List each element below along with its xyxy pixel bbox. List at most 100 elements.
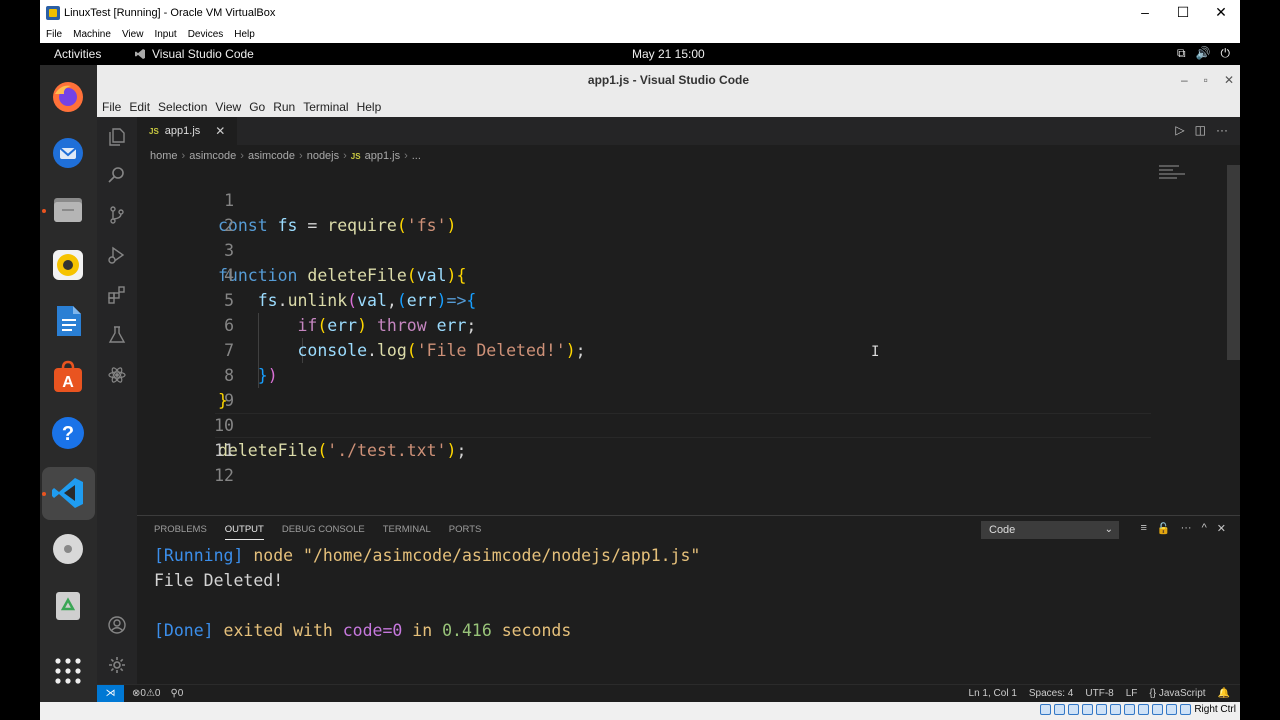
manage-gear-icon[interactable]	[107, 655, 127, 675]
remote-indicator-icon[interactable]: ⋊	[97, 685, 124, 703]
chevron-right-icon: ›	[299, 150, 303, 162]
encoding[interactable]: UTF-8	[1085, 688, 1113, 699]
code-line: 7 })	[137, 313, 1240, 385]
react-extension-icon[interactable]	[107, 365, 127, 385]
system-tray[interactable]: ⧉ 🔊 ⏻	[1177, 46, 1230, 61]
clock[interactable]: May 21 15:00	[632, 47, 705, 61]
tab-close-icon[interactable]: ✕	[215, 124, 225, 138]
files-icon[interactable]	[50, 191, 86, 227]
ports-count[interactable]: ⚲0	[170, 688, 183, 699]
breadcrumb-file[interactable]: app1.js	[365, 150, 400, 162]
extensions-icon[interactable]	[107, 285, 127, 305]
vbox-shared-folders-icon[interactable]	[1110, 704, 1122, 715]
notifications-bell-icon[interactable]: 🔔	[1218, 688, 1230, 699]
svg-text:A: A	[62, 374, 74, 391]
line-ending[interactable]: LF	[1126, 688, 1138, 699]
vbox-mouse-icon[interactable]	[1166, 704, 1178, 715]
activities-button[interactable]: Activities	[54, 47, 118, 61]
breadcrumb-home[interactable]: home	[150, 150, 178, 162]
run-debug-icon[interactable]	[107, 245, 127, 265]
more-actions-icon[interactable]: ···	[1181, 522, 1192, 535]
tab-ports[interactable]: PORTS	[449, 524, 482, 540]
more-actions-icon[interactable]: ···	[1216, 123, 1228, 137]
menu-help[interactable]: Help	[357, 100, 382, 114]
minimap[interactable]	[1159, 165, 1189, 185]
menu-selection[interactable]: Selection	[158, 100, 207, 114]
app-menu-label: Visual Studio Code	[152, 47, 254, 61]
breadcrumb-symbols[interactable]: ...	[412, 150, 421, 162]
vbox-recording-icon[interactable]	[1138, 704, 1150, 715]
cursor-position[interactable]: Ln 1, Col 1	[969, 688, 1017, 699]
thunderbird-icon[interactable]	[50, 135, 86, 171]
output-channel-select[interactable]: Code ⌄	[981, 521, 1119, 539]
virtualbox-status-bar: Right Ctrl	[40, 702, 1240, 720]
tab-problems[interactable]: PROBLEMS	[154, 524, 207, 540]
menu-edit[interactable]: Edit	[129, 100, 150, 114]
rhythmbox-icon[interactable]	[50, 247, 86, 283]
vbox-network-icon[interactable]	[1082, 704, 1094, 715]
run-code-icon[interactable]: ▷	[1175, 123, 1184, 137]
vscode-menu-bar: File Edit Selection View Go Run Terminal…	[97, 96, 1240, 117]
output-line: [Done] exited with code=0 in 0.416 secon…	[154, 621, 572, 640]
vbox-menu-devices[interactable]: Devices	[188, 29, 224, 40]
vbox-menu-file[interactable]: File	[46, 29, 62, 40]
language-mode[interactable]: {} JavaScript	[1149, 688, 1205, 699]
vbox-menu-machine[interactable]: Machine	[73, 29, 111, 40]
source-control-icon[interactable]	[107, 205, 127, 225]
virtualbox-window-title: LinuxTest [Running] - Oracle VM VirtualB…	[64, 6, 276, 19]
vbox-menu-view[interactable]: View	[122, 29, 144, 40]
breadcrumb-asimcode-2[interactable]: asimcode	[248, 150, 295, 162]
vbox-display-icon[interactable]	[1124, 704, 1136, 715]
vbox-audio-icon[interactable]	[1068, 704, 1080, 715]
help-icon[interactable]: ?	[50, 415, 86, 451]
vbox-menu-help[interactable]: Help	[234, 29, 255, 40]
close-panel-icon[interactable]: ✕	[1217, 522, 1226, 535]
tab-app1-js[interactable]: JS app1.js ✕	[137, 117, 237, 145]
vscode-close-icon[interactable]: ✕	[1224, 65, 1234, 96]
close-icon[interactable]: ✕	[1202, 0, 1240, 25]
show-applications-icon[interactable]	[50, 653, 86, 689]
vscode-minimize-icon[interactable]: –	[1181, 65, 1188, 96]
indentation[interactable]: Spaces: 4	[1029, 688, 1073, 699]
tab-output[interactable]: OUTPUT	[224, 524, 264, 540]
maximize-panel-icon[interactable]: ^	[1202, 522, 1207, 535]
minimize-icon[interactable]: –	[1126, 0, 1164, 25]
app-menu[interactable]: Visual Studio Code	[134, 47, 254, 61]
breadcrumb-nodejs[interactable]: nodejs	[307, 150, 339, 162]
explorer-icon[interactable]	[107, 127, 127, 147]
menu-file[interactable]: File	[102, 100, 121, 114]
menu-view[interactable]: View	[215, 100, 241, 114]
vscode-icon[interactable]	[50, 475, 86, 511]
dvd-drive-icon[interactable]	[50, 531, 86, 567]
vbox-cpu-icon[interactable]	[1152, 704, 1164, 715]
menu-go[interactable]: Go	[249, 100, 265, 114]
search-icon[interactable]	[107, 165, 127, 185]
libreoffice-writer-icon[interactable]	[50, 303, 86, 339]
tab-debug-console[interactable]: DEBUG CONSOLE	[282, 524, 365, 540]
tab-terminal[interactable]: TERMINAL	[383, 524, 431, 540]
trash-icon[interactable]	[50, 587, 86, 623]
editor-scrollbar[interactable]	[1227, 165, 1240, 360]
vbox-hdd-icon[interactable]	[1040, 704, 1052, 715]
split-editor-icon[interactable]: ◫	[1195, 123, 1206, 137]
vbox-keyboard-icon[interactable]	[1180, 704, 1192, 715]
ubuntu-software-icon[interactable]: A	[50, 359, 86, 395]
code-line: 2	[137, 188, 1240, 235]
vbox-optical-icon[interactable]	[1054, 704, 1066, 715]
vscode-restore-icon[interactable]: ▫	[1204, 65, 1208, 96]
lock-scroll-icon[interactable]: 🔓	[1157, 522, 1171, 535]
menu-terminal[interactable]: Terminal	[303, 100, 348, 114]
menu-run[interactable]: Run	[273, 100, 295, 114]
vbox-menu-input[interactable]: Input	[154, 29, 176, 40]
maximize-icon[interactable]: ☐	[1164, 0, 1202, 25]
testing-icon[interactable]	[107, 325, 127, 345]
ubuntu-dock: A ?	[40, 65, 97, 720]
firefox-icon[interactable]	[50, 79, 86, 115]
accounts-icon[interactable]	[107, 615, 127, 635]
problems-count[interactable]: ⊗0⚠0	[132, 688, 160, 699]
code-editor[interactable]: 1 const fs = require('fs') 2 3 function …	[137, 163, 1240, 515]
vbox-usb-icon[interactable]	[1096, 704, 1108, 715]
code-line: 12	[137, 438, 1240, 485]
breadcrumb-asimcode-1[interactable]: asimcode	[189, 150, 236, 162]
clear-output-icon[interactable]: ≡	[1140, 522, 1146, 535]
